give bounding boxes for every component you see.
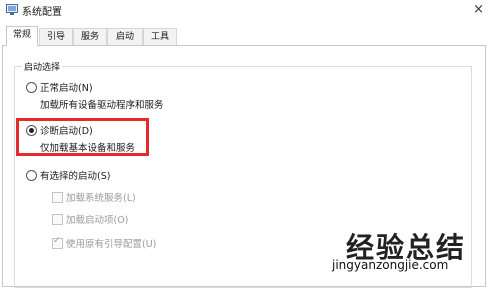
- tab-services[interactable]: 服务: [73, 28, 107, 45]
- load-system-services-label: 加载系统服务(L): [66, 193, 136, 204]
- load-startup-items-checkbox[interactable]: [52, 214, 63, 225]
- load-system-services-checkbox[interactable]: [52, 192, 63, 203]
- window-title: 系统配置: [22, 7, 62, 18]
- use-original-boot-config-checkbox[interactable]: ✓: [52, 236, 63, 249]
- msconfig-icon: [6, 4, 18, 15]
- use-original-boot-config-label: 使用原有引导配置(U): [66, 239, 157, 250]
- checkmark-icon: ✓: [53, 236, 61, 246]
- highlight-box: [16, 118, 149, 156]
- selective-startup-radio[interactable]: [26, 170, 37, 181]
- tab-strip: 常规 引导 服务 启动 工具: [0, 26, 492, 46]
- watermark-url: jingyanzongjie.com: [332, 258, 449, 272]
- close-button[interactable]: ×: [473, 2, 484, 17]
- normal-startup-desc: 加载所有设备驱动程序和服务: [40, 100, 164, 111]
- normal-startup-label[interactable]: 正常启动(N): [40, 80, 93, 94]
- normal-startup-radio[interactable]: [26, 82, 37, 93]
- selective-startup-label[interactable]: 有选择的启动(S): [40, 168, 110, 182]
- tab-startup[interactable]: 启动: [107, 28, 143, 45]
- load-startup-items-label: 加载启动项(O): [66, 215, 129, 226]
- title-bar: 系统配置 ×: [0, 0, 492, 22]
- tab-general[interactable]: 常规: [6, 26, 38, 46]
- tab-boot[interactable]: 引导: [39, 28, 73, 45]
- tab-tools[interactable]: 工具: [143, 28, 177, 45]
- startup-selection-label: 启动选择: [22, 60, 63, 73]
